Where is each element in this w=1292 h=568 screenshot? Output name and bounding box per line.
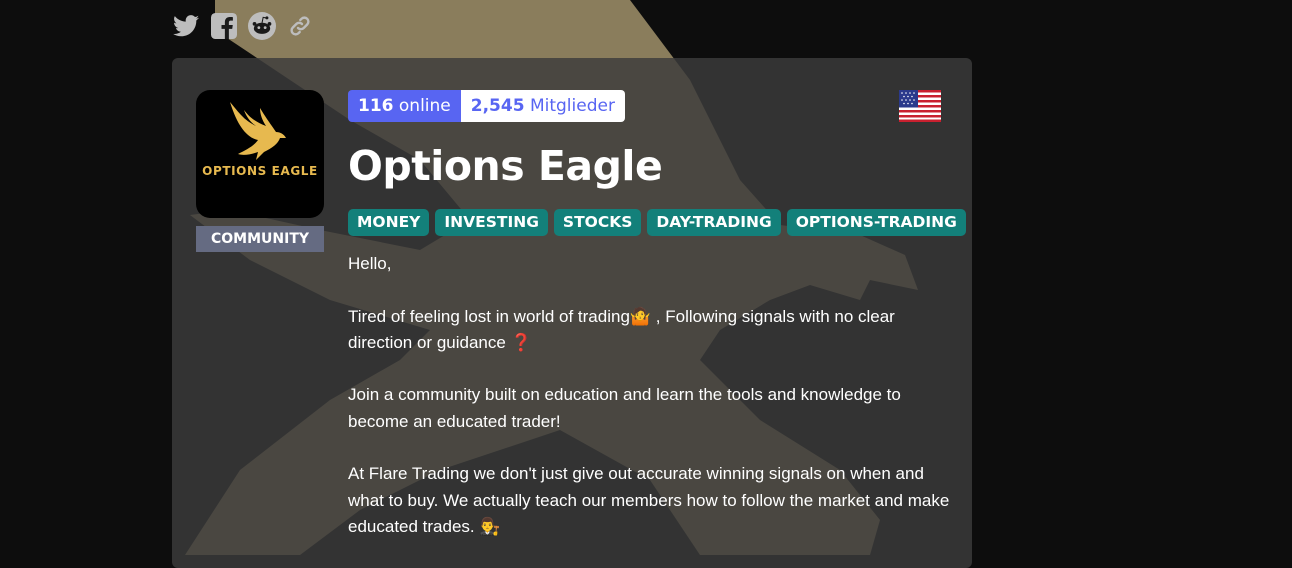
server-card: OPTIONS EAGLE COMMUNITY 116 online 2,545… (172, 58, 972, 568)
reddit-icon[interactable] (248, 12, 276, 40)
description-paragraph: Tired of feeling lost in world of tradin… (348, 306, 895, 352)
description-paragraph: At Flare Trading we don't just give out … (348, 464, 950, 536)
tag-stocks[interactable]: STOCKS (553, 209, 642, 236)
us-flag-icon[interactable] (899, 90, 941, 122)
facebook-icon[interactable] (210, 12, 238, 40)
server-name: Options Eagle (348, 142, 663, 190)
share-bar (172, 12, 314, 40)
member-stats: 116 online 2,545 Mitglieder (348, 90, 625, 122)
description-paragraph: Join a community built on education and … (348, 385, 901, 431)
server-logo: OPTIONS EAGLE (196, 90, 324, 218)
tag-money[interactable]: MONEY (348, 209, 430, 236)
link-icon[interactable] (286, 12, 314, 40)
online-label: online (398, 96, 451, 116)
server-logo-text: OPTIONS EAGLE (202, 164, 318, 178)
tag-list: MONEY INVESTING STOCKS DAY-TRADING OPTIO… (348, 209, 966, 236)
server-description: Hello, Tired of feeling lost in world of… (348, 251, 958, 567)
tag-day-trading[interactable]: DAY-TRADING (647, 209, 781, 236)
eagle-logo-icon (230, 102, 286, 160)
tag-investing[interactable]: INVESTING (435, 209, 548, 236)
member-count: 2,545 (470, 96, 525, 116)
online-count-badge: 116 online (348, 90, 461, 122)
twitter-icon[interactable] (172, 12, 200, 40)
member-count-badge: 2,545 Mitglieder (460, 90, 625, 122)
description-paragraph: Hello, (348, 254, 392, 273)
online-count: 116 (358, 96, 394, 116)
category-badge: COMMUNITY (196, 226, 324, 252)
tag-options-trading[interactable]: OPTIONS-TRADING (786, 209, 966, 236)
member-label: Mitglieder (529, 96, 615, 116)
